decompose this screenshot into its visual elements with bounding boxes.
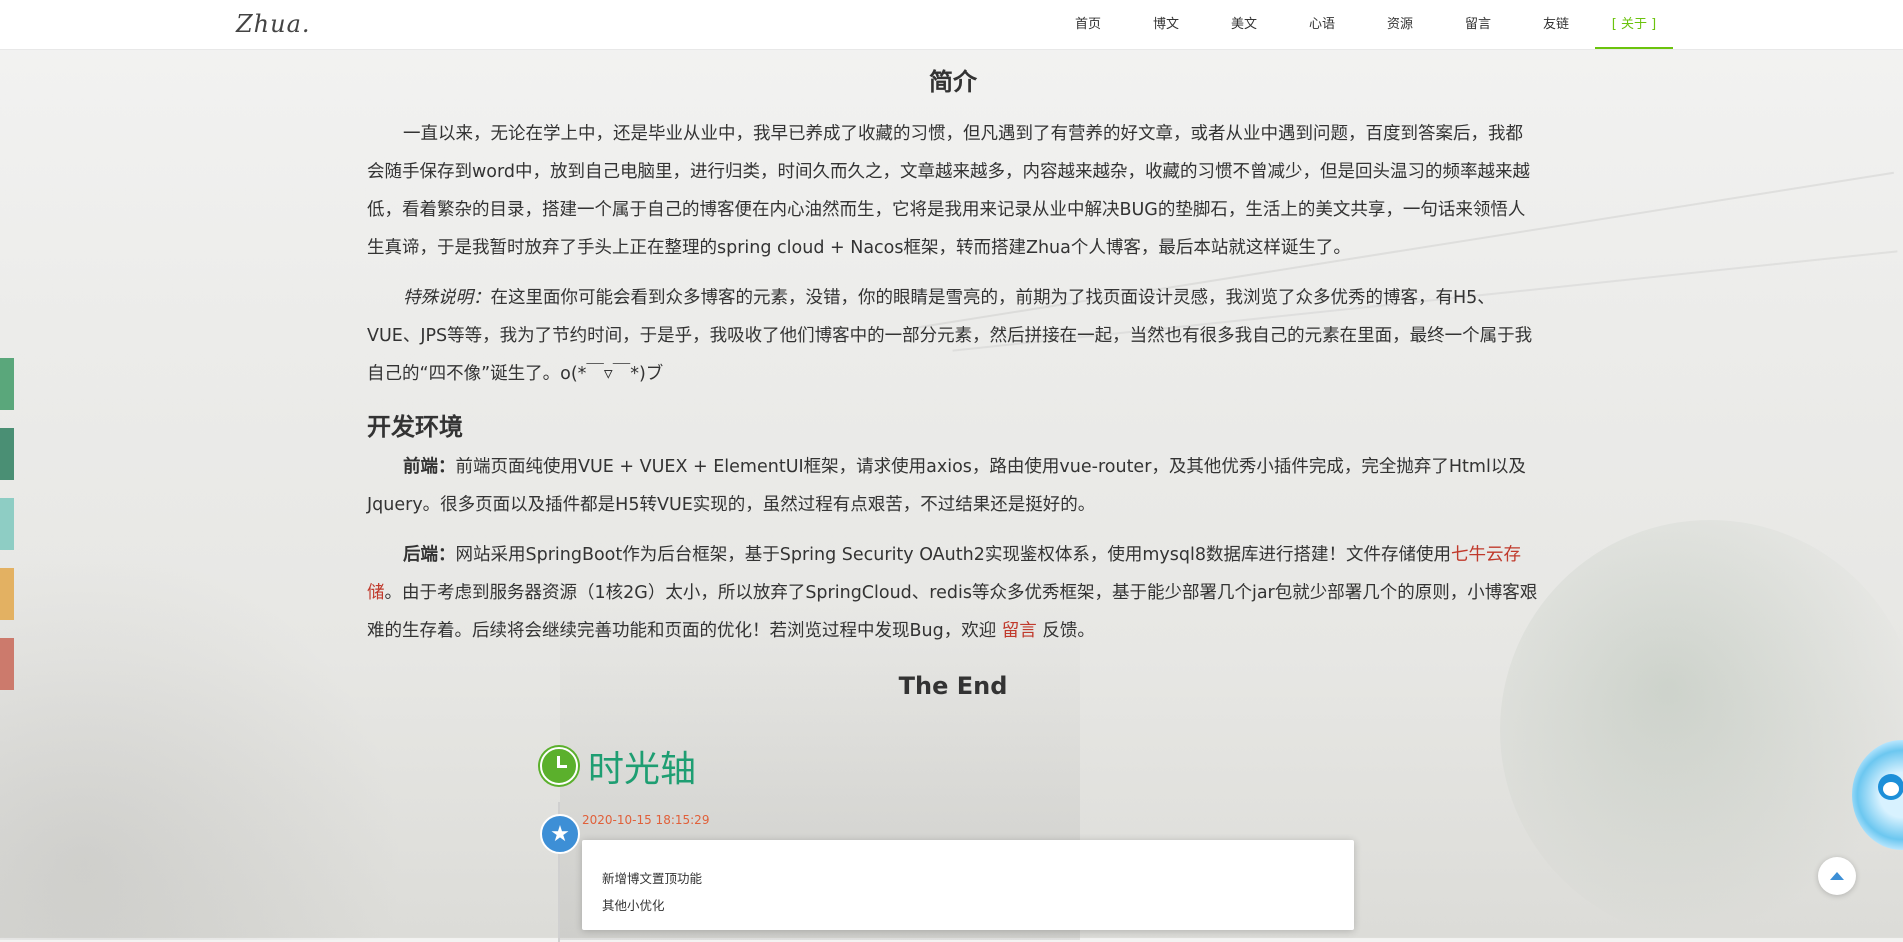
- about-content: 简介 一直以来，无论在学上中，还是毕业从业中，我早已养成了收藏的习惯，但凡遇到了…: [367, 50, 1539, 700]
- timeline: 时光轴 ★ 2020-10-15 18:15:29 新增博文置顶功能 其他小优化: [540, 740, 1360, 942]
- frontend-paragraph: 前端：前端页面纯使用VUE + VUEX + ElementUI框架，请求使用a…: [367, 448, 1539, 524]
- top-navbar: Zhua. 首页 博文 美文 心语 资源 留言 友链 [ 关于 ]: [0, 0, 1903, 50]
- side-tab-4[interactable]: [0, 568, 14, 620]
- site-logo[interactable]: Zhua.: [236, 10, 311, 38]
- nav-item-links[interactable]: 友链: [1517, 0, 1595, 49]
- background-scenery: [0, 560, 420, 940]
- arrow-up-icon: [1830, 872, 1844, 880]
- frontend-text: 前端页面纯使用VUE + VUEX + ElementUI框架，请求使用axio…: [367, 457, 1526, 515]
- side-tab-2[interactable]: [0, 428, 14, 480]
- nav-item-posts[interactable]: 博文: [1127, 0, 1205, 49]
- doraemon-icon: [1878, 774, 1903, 800]
- timeline-title: 时光轴: [588, 749, 697, 790]
- nav-item-home[interactable]: 首页: [1049, 0, 1127, 49]
- intro-title: 简介: [929, 68, 977, 96]
- special-note-label: 特殊说明：: [403, 288, 491, 308]
- timeline-entry-line: 其他小优化: [602, 898, 665, 913]
- timeline-entry-card: 新增博文置顶功能 其他小优化: [582, 840, 1354, 930]
- backend-text-1: 网站采用SpringBoot作为后台框架，基于Spring Security O…: [455, 545, 1451, 565]
- star-icon: ★: [540, 814, 580, 854]
- message-link[interactable]: 留言: [1002, 621, 1037, 641]
- back-to-top-button[interactable]: [1818, 857, 1856, 895]
- the-end-heading: The End: [898, 672, 1008, 700]
- timeline-entry-line: 新增博文置顶功能: [602, 871, 703, 886]
- backend-text-3: 反馈。: [1036, 621, 1095, 641]
- side-color-tabs: [0, 358, 14, 708]
- nav-item-mood[interactable]: 心语: [1283, 0, 1361, 49]
- nav-item-resources[interactable]: 资源: [1361, 0, 1439, 49]
- intro-paragraph-2: 特殊说明：在这里面你可能会看到众多博客的元素，没错，你的眼睛是雪亮的，前期为了找…: [367, 279, 1539, 393]
- dev-env-title: 开发环境: [367, 413, 463, 441]
- timeline-header: 时光轴: [540, 740, 1360, 792]
- doraemon-widget[interactable]: [1852, 740, 1903, 850]
- nav-item-about[interactable]: [ 关于 ]: [1595, 0, 1673, 49]
- backend-label: 后端：: [403, 545, 456, 565]
- timeline-entry-date: 2020-10-15 18:15:29: [582, 813, 710, 827]
- side-tab-1[interactable]: [0, 358, 14, 410]
- side-tab-5[interactable]: [0, 638, 14, 690]
- nav-item-messages[interactable]: 留言: [1439, 0, 1517, 49]
- special-note-text: 在这里面你可能会看到众多博客的元素，没错，你的眼睛是雪亮的，前期为了找页面设计灵…: [367, 288, 1533, 384]
- backend-paragraph: 后端：网站采用SpringBoot作为后台框架，基于Spring Securit…: [367, 536, 1539, 650]
- intro-paragraph-1: 一直以来，无论在学上中，还是毕业从业中，我早已养成了收藏的习惯，但凡遇到了有营养…: [367, 124, 1531, 258]
- backend-text-2: 。由于考虑到服务器资源（1核2G）太小，所以放弃了SpringCloud、red…: [367, 583, 1538, 641]
- side-tab-3[interactable]: [0, 498, 14, 550]
- nav-item-articles[interactable]: 美文: [1205, 0, 1283, 49]
- main-nav: 首页 博文 美文 心语 资源 留言 友链 [ 关于 ]: [1049, 0, 1673, 49]
- clock-icon: [540, 747, 578, 785]
- frontend-label: 前端：: [403, 457, 456, 477]
